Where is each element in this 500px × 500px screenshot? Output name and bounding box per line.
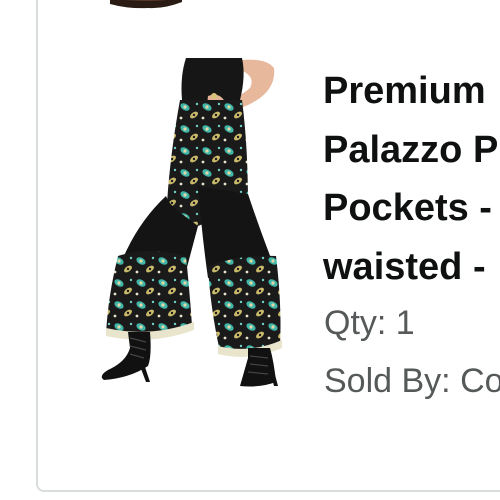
product-title-line-2[interactable]: Palazzo P <box>323 121 500 180</box>
previous-product-image[interactable] <box>104 0 190 10</box>
product-title[interactable]: Premium Palazzo P Pockets - waisted - <box>323 62 500 296</box>
order-item-page: Premium Palazzo P Pockets - waisted - Qt… <box>0 0 500 500</box>
quantity-label: Qty: 1 <box>324 304 415 342</box>
product-image[interactable] <box>90 56 290 390</box>
product-title-line-3[interactable]: Pockets - <box>323 179 500 238</box>
product-title-line-4[interactable]: waisted - <box>323 238 500 297</box>
product-title-line-1[interactable]: Premium <box>323 62 500 121</box>
sold-by-label: Sold By: Co <box>324 362 500 400</box>
